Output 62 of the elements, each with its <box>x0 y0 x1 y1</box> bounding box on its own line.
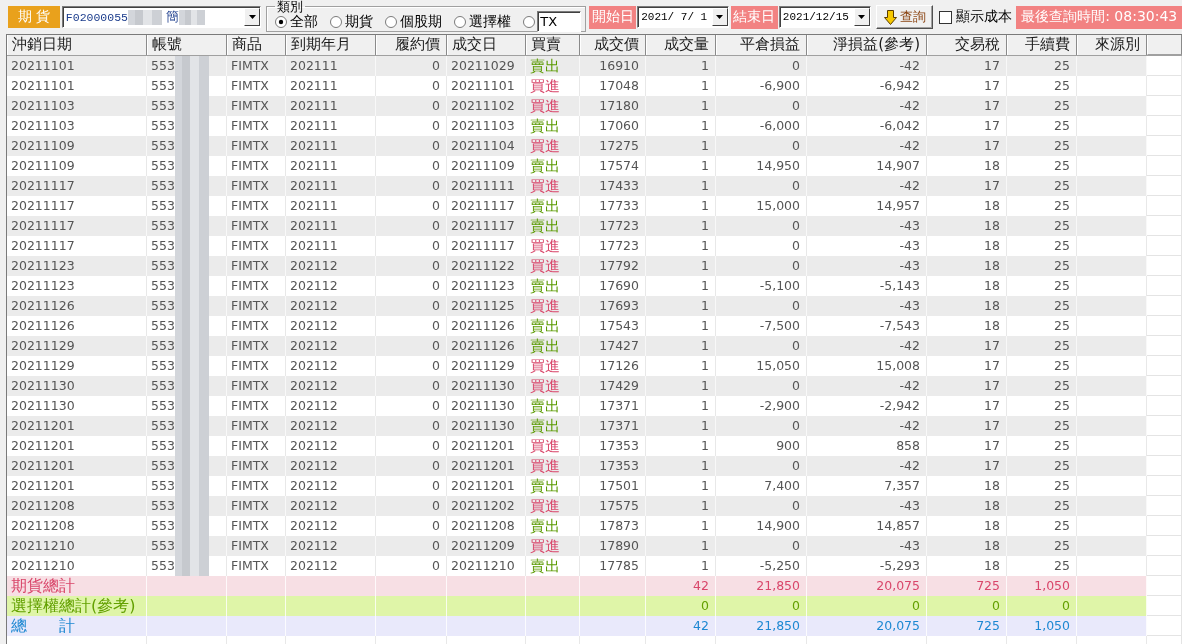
account-number: 553 <box>151 217 175 235</box>
column-header[interactable]: 成交日 <box>447 35 526 55</box>
column-header[interactable]: 手續費 <box>1007 35 1077 55</box>
date-select[interactable]: 2021/12/15 <box>778 6 871 28</box>
account-number: 553 <box>151 257 175 275</box>
column-header[interactable]: 帳號 <box>147 35 227 55</box>
dropdown-button[interactable] <box>244 8 261 26</box>
column-header[interactable]: 履約價 <box>376 35 447 55</box>
column-header[interactable]: 交易稅 <box>927 35 1007 55</box>
account-number: 553 <box>151 337 175 355</box>
group-title: 類別 <box>276 1 304 12</box>
radio-button[interactable]: 全部 <box>275 12 319 31</box>
start-date-label: 開始日 <box>589 5 637 29</box>
dropdown-button[interactable] <box>853 8 870 26</box>
radio-button[interactable]: 個股期 <box>385 12 443 31</box>
account-number: 553 <box>151 157 175 175</box>
account-number: 553 <box>151 137 175 155</box>
column-header[interactable]: 到期年月 <box>286 35 376 55</box>
market-label: 期 貨 <box>8 6 60 28</box>
radio-button[interactable] <box>523 15 536 28</box>
caret-down-icon <box>716 15 724 19</box>
symbol-input[interactable]: TX <box>537 11 582 32</box>
account-number: 553 <box>151 77 175 95</box>
account-number: 553 <box>151 97 175 115</box>
account-number: 553 <box>151 277 175 295</box>
account-number: 553 <box>151 317 175 335</box>
account-number: 553 <box>151 397 175 415</box>
query-button[interactable]: 查詢 <box>875 5 934 29</box>
account-number: 553 <box>151 117 175 135</box>
dropdown-button[interactable] <box>711 8 728 26</box>
checkbox[interactable]: 顯示成本 <box>939 8 1013 26</box>
account-number: 553 <box>151 237 175 255</box>
column-header[interactable]: 沖銷日期 <box>7 35 147 55</box>
account-number: 553 <box>151 197 175 215</box>
account-number: 553 <box>151 417 175 435</box>
arrow-down-icon <box>883 9 897 25</box>
column-header[interactable]: 淨損益(參考) <box>807 35 927 55</box>
account-number: 553 <box>151 537 175 555</box>
account-select[interactable]: F02000055 簡 <box>61 6 262 28</box>
column-header[interactable]: 成交價 <box>580 35 646 55</box>
last-query-time: 最後查詢時間: 08:30:43 <box>1016 5 1182 29</box>
caret-down-icon <box>248 15 256 19</box>
column-header[interactable]: 商品 <box>227 35 286 55</box>
account-number: 553 <box>151 377 175 395</box>
account-number: 553 <box>151 457 175 475</box>
account-number: 553 <box>151 477 175 495</box>
account-number: 553 <box>151 517 175 535</box>
radio-button[interactable]: 期貨 <box>330 12 374 31</box>
account-number: 553 <box>151 357 175 375</box>
column-header[interactable]: 買賣 <box>526 35 580 55</box>
column-header[interactable]: 平倉損益 <box>716 35 807 55</box>
account-number: 553 <box>151 557 175 575</box>
end-date-label: 結束日 <box>730 5 778 29</box>
radio-button[interactable]: 選擇權 <box>454 12 512 31</box>
caret-down-icon <box>858 15 866 19</box>
account-number: 553 <box>151 497 175 515</box>
account-number: 553 <box>151 437 175 455</box>
column-header[interactable]: 成交量 <box>646 35 716 55</box>
date-select[interactable]: 2021/ 7/ 1 <box>637 6 729 28</box>
account-number: 553 <box>151 297 175 315</box>
account-number: 553 <box>151 57 175 75</box>
account-number: 553 <box>151 177 175 195</box>
